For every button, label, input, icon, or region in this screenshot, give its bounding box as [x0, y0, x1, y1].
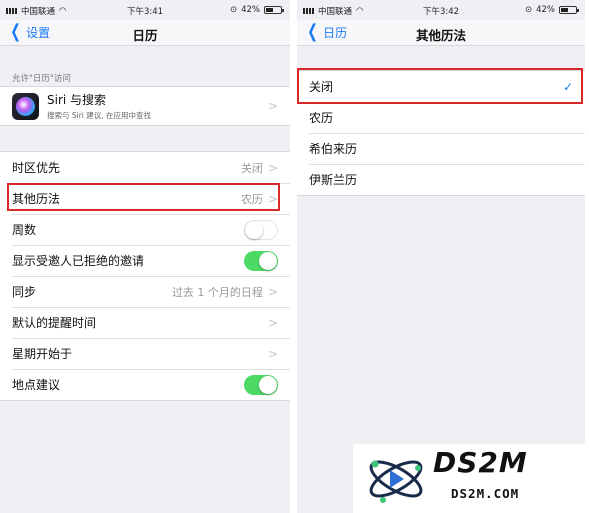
battery-percent: 42%: [241, 5, 260, 15]
navigation-bar: ❮ 日历 其他历法: [297, 20, 585, 46]
row-label: 其他历法: [12, 192, 61, 206]
option-chinese[interactable]: 农历: [297, 102, 585, 133]
siri-search-row[interactable]: Siri 与搜索 搜索与 Siri 建议, 在应用中查找 >: [0, 87, 290, 125]
page-title: 日历: [132, 28, 158, 43]
option-label: 希伯来历: [309, 142, 358, 156]
row-start-week-on[interactable]: 星期开始于 >: [0, 338, 290, 369]
row-value: 关闭: [240, 161, 263, 175]
row-label: 星期开始于: [12, 347, 73, 361]
chevron-right-icon: >: [267, 315, 278, 330]
alternate-calendars-screen: 中国联通 ◠ 下午3:42 ⊙ 42% ❮ 日历 其他历法 关闭 ✓ 农历 希伯…: [297, 0, 585, 513]
watermark: DS2M DS2M.COM: [353, 444, 585, 513]
calendar-settings-screen: 中国联通 ◠ 下午3:41 ⊙ 42% ❮ 设置 日历 允许"日历"访问 Sir…: [0, 0, 290, 513]
option-hebrew[interactable]: 希伯来历: [297, 133, 585, 164]
chevron-right-icon: >: [267, 160, 278, 175]
siri-icon: [12, 92, 39, 120]
calendar-options-group: 时区优先 关闭 > 其他历法 农历 > 周数 显示受邀人已拒绝的邀请 同步 过去…: [0, 151, 290, 401]
siri-group: Siri 与搜索 搜索与 Siri 建议, 在应用中查找 >: [0, 86, 290, 126]
section-header: 允许"日历"访问: [12, 74, 71, 84]
chevron-right-icon: >: [267, 191, 278, 206]
divider: [290, 0, 297, 513]
row-show-declined: 显示受邀人已拒绝的邀请: [0, 245, 290, 276]
siri-title: Siri 与搜索: [47, 93, 107, 107]
show-declined-toggle[interactable]: [244, 250, 278, 271]
row-label: 时区优先: [12, 161, 61, 175]
orientation-lock-icon: ⊙: [524, 5, 533, 15]
location-suggestions-toggle[interactable]: [244, 374, 278, 395]
row-label: 显示受邀人已拒绝的邀请: [12, 254, 145, 268]
row-alternate-calendars[interactable]: 其他历法 农历 >: [0, 183, 290, 214]
row-time-zone-override[interactable]: 时区优先 关闭 >: [0, 152, 290, 183]
row-label: 地点建议: [12, 378, 61, 392]
row-location-suggestions: 地点建议: [0, 369, 290, 400]
battery-icon: [559, 6, 579, 14]
chevron-right-icon: >: [267, 99, 278, 113]
row-value: 农历: [240, 192, 263, 206]
battery-icon: [264, 6, 284, 14]
row-label: 同步: [12, 285, 37, 299]
row-value: 过去 1 个月的日程: [171, 285, 263, 299]
option-label: 农历: [309, 111, 334, 125]
chevron-right-icon: >: [267, 284, 278, 299]
option-label: 伊斯兰历: [309, 173, 358, 187]
week-numbers-toggle[interactable]: [244, 219, 278, 240]
option-islamic[interactable]: 伊斯兰历: [297, 164, 585, 195]
row-label: 周数: [12, 223, 37, 237]
status-bar: 中国联通 ◠ 下午3:42 ⊙ 42%: [297, 0, 585, 20]
battery-percent: 42%: [536, 5, 555, 15]
navigation-bar: ❮ 设置 日历: [0, 20, 290, 46]
ds2m-logo-icon: [369, 460, 423, 503]
option-label: 关闭: [309, 80, 334, 94]
chevron-right-icon: >: [267, 346, 278, 361]
orientation-lock-icon: ⊙: [229, 5, 238, 15]
watermark-url: DS2M.COM: [451, 486, 520, 501]
page-title: 其他历法: [415, 28, 466, 43]
row-label: 默认的提醒时间: [12, 316, 97, 330]
checkmark-icon: ✓: [562, 79, 573, 94]
status-bar: 中国联通 ◠ 下午3:41 ⊙ 42%: [0, 0, 290, 20]
watermark-brand: DS2M: [433, 446, 528, 479]
row-sync[interactable]: 同步 过去 1 个月的日程 >: [0, 276, 290, 307]
siri-subtitle: 搜索与 Siri 建议, 在应用中查找: [47, 111, 152, 120]
option-off[interactable]: 关闭 ✓: [297, 71, 585, 102]
row-default-alert-times[interactable]: 默认的提醒时间 >: [0, 307, 290, 338]
row-week-numbers: 周数: [0, 214, 290, 245]
calendar-options-list: 关闭 ✓ 农历 希伯来历 伊斯兰历: [297, 70, 585, 196]
